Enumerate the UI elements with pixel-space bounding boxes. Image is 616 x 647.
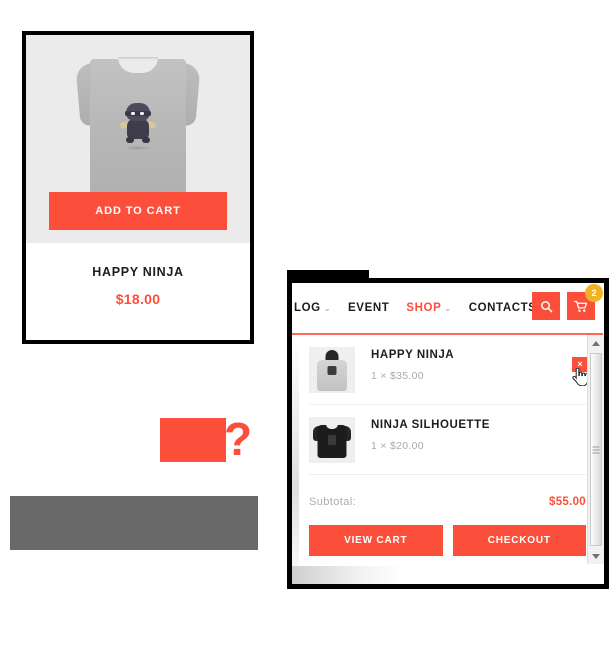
ninja-character-icon [119,103,157,150]
shopping-cart-icon [574,300,588,313]
black-tshirt-logo [328,435,336,445]
page-bleed-bottom [292,566,603,584]
hoodie-body-shape [317,360,347,391]
cart-item-thumbnail[interactable] [309,347,355,393]
cart-dropdown-body: HAPPY NINJA 1 × $35.00 × NINJA SILHOUETT… [292,335,603,584]
subtotal-row: Subtotal: $55.00 [309,475,586,508]
cart-action-buttons: VIEW CART CHECKOUT [309,525,586,556]
product-info: HAPPY NINJA $18.00 [26,243,250,340]
page-bleed-left [292,335,299,566]
remove-item-button[interactable]: × [572,357,588,372]
cart-item-row: NINJA SILHOUETTE 1 × $20.00 [309,405,586,475]
panel-inner: LOG ⌄ EVENT SHOP ⌄ CONTACTS 2 HAPPY NINJ… [292,283,604,584]
product-image: ADD TO CART [26,35,250,243]
nav-item-shop-label: SHOP [406,302,442,314]
vertical-scrollbar[interactable] [587,335,604,564]
ninja-eye-left [131,112,135,115]
nav-item-shop[interactable]: SHOP ⌄ [406,302,451,314]
cart-count-badge: 2 [585,284,603,302]
hoodie-logo-shape [327,366,337,375]
add-to-cart-button[interactable]: ADD TO CART [49,192,227,230]
scroll-down-arrow-icon[interactable] [588,548,604,564]
scrollbar-grip-icon [592,446,600,453]
site-navigation-bar: LOG ⌄ EVENT SHOP ⌄ CONTACTS 2 [292,283,604,333]
cart-item-thumbnail[interactable] [309,417,355,463]
nav-item-contacts[interactable]: CONTACTS [469,302,537,314]
cart-dropdown-panel: LOG ⌄ EVENT SHOP ⌄ CONTACTS 2 HAPPY NINJ… [287,278,609,589]
nav-links: LOG ⌄ EVENT SHOP ⌄ CONTACTS [294,302,537,314]
ninja-foot-right [142,137,150,143]
product-title: HAPPY NINJA [92,265,184,279]
ninja-foot-left [126,137,134,143]
nav-item-event[interactable]: EVENT [348,302,389,314]
nav-item-blog[interactable]: LOG ⌄ [294,302,331,314]
ninja-body [127,119,149,139]
screenshot-stage: ADD TO CART HAPPY NINJA $18.00 ? LOG ⌄ E… [0,0,616,647]
cart-item-quantity-price: 1 × $20.00 [371,440,424,452]
red-glyph-fragment: ? [224,414,250,465]
scroll-up-arrow-icon[interactable] [588,335,604,351]
search-button[interactable] [532,292,560,320]
scrollbar-thumb[interactable] [590,353,602,546]
search-icon [540,300,553,313]
chevron-down-icon: ⌄ [323,304,332,313]
cart-item-meta: NINJA SILHOUETTE 1 × $20.00 [371,417,586,452]
cart-item-name[interactable]: HAPPY NINJA [371,349,586,361]
cart-button[interactable]: 2 [567,284,603,320]
chevron-down-icon: ⌄ [444,304,452,313]
ninja-eye-right [140,112,144,115]
nav-actions: 2 [532,284,603,320]
cart-item-quantity-price: 1 × $35.00 [371,370,424,382]
ninja-headband [125,111,151,116]
view-cart-button[interactable]: VIEW CART [309,525,443,556]
product-card: ADD TO CART HAPPY NINJA $18.00 [22,31,254,344]
cart-item-meta: HAPPY NINJA 1 × $35.00 [371,347,586,382]
checkout-button[interactable]: CHECKOUT [452,525,586,556]
nav-item-contacts-label: CONTACTS [468,302,537,314]
tshirt-graphic [63,41,213,211]
subtotal-label: Subtotal: [309,496,357,508]
nav-item-blog-label: LOG [294,302,321,314]
cart-item-name[interactable]: NINJA SILHOUETTE [371,419,586,431]
ninja-shadow [125,146,151,150]
subtotal-amount: $55.00 [549,496,586,508]
grey-placeholder-bar [10,496,258,550]
nav-item-event-label: EVENT [348,302,390,314]
product-price: $18.00 [115,291,161,307]
cart-item-row: HAPPY NINJA 1 × $35.00 × [309,335,589,405]
red-block-fragment [160,418,226,462]
